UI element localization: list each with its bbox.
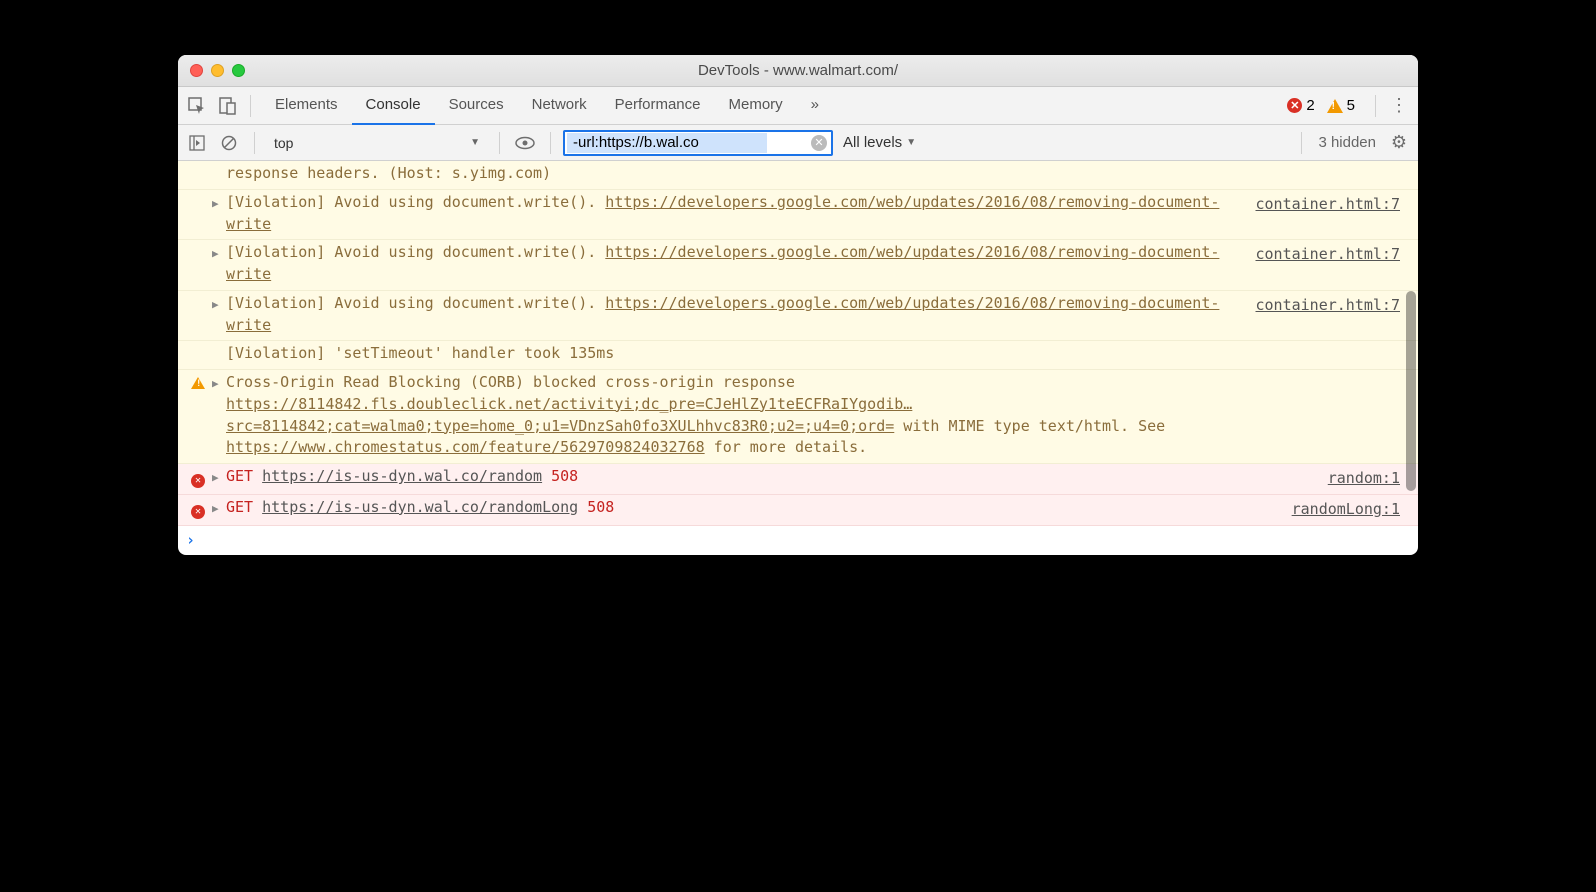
source-link[interactable]: container.html:7 <box>1238 242 1418 286</box>
console-message: ▶ Cross-Origin Read Blocking (CORB) bloc… <box>178 370 1418 464</box>
prompt-chevron-icon: › <box>186 530 195 552</box>
source-link[interactable]: randomLong:1 <box>1238 497 1418 521</box>
source-link[interactable]: random:1 <box>1238 466 1418 490</box>
message-text: GET https://is-us-dyn.wal.co/random 508 <box>226 466 1238 490</box>
error-count: 2 <box>1306 97 1314 114</box>
http-method: GET <box>226 467 253 485</box>
console-message: ▶ [Violation] Avoid using document.write… <box>178 291 1418 342</box>
console-output: response headers. (Host: s.yimg.com) ▶ [… <box>178 161 1418 555</box>
message-text: Cross-Origin Read Blocking (CORB) blocke… <box>226 372 1238 459</box>
console-toolbar: top ▼ ✕ All levels ▼ 3 hidden ⚙ <box>178 125 1418 161</box>
levels-label: All levels <box>843 134 902 151</box>
expand-arrow-icon[interactable]: ▶ <box>212 242 226 286</box>
kebab-menu-icon[interactable]: ⋮ <box>1386 93 1412 119</box>
show-sidebar-icon[interactable] <box>184 130 210 156</box>
minimize-icon[interactable] <box>211 64 224 77</box>
chevron-down-icon: ▼ <box>906 137 916 148</box>
settings-gear-icon[interactable]: ⚙ <box>1386 130 1412 156</box>
divider <box>1301 132 1302 154</box>
context-selector[interactable]: top ▼ <box>267 132 487 154</box>
expand-arrow-icon[interactable]: ▶ <box>212 192 226 236</box>
scrollbar-thumb[interactable] <box>1406 291 1416 491</box>
error-badge-icon: ✕ <box>184 466 212 490</box>
context-value: top <box>274 135 293 151</box>
message-text: [Violation] Avoid using document.write()… <box>226 293 1238 337</box>
warn-count-icon <box>1327 99 1343 113</box>
filter-input-container: ✕ <box>563 130 833 156</box>
panel-tabs: Elements Console Sources Network Perform… <box>261 87 833 125</box>
status-code: 508 <box>587 498 614 516</box>
tab-sources[interactable]: Sources <box>435 87 518 125</box>
console-message: [Violation] 'setTimeout' handler took 13… <box>178 341 1418 370</box>
error-count-icon: ✕ <box>1287 98 1302 113</box>
console-message: ▶ [Violation] Avoid using document.write… <box>178 240 1418 291</box>
window-title: DevTools - www.walmart.com/ <box>178 62 1418 79</box>
expand-arrow-icon[interactable]: ▶ <box>212 466 226 490</box>
console-prompt[interactable]: › <box>178 526 1418 556</box>
titlebar: DevTools - www.walmart.com/ <box>178 55 1418 87</box>
request-url-link[interactable]: https://is-us-dyn.wal.co/randomLong <box>262 498 578 516</box>
tab-console[interactable]: Console <box>352 87 435 125</box>
error-badge-icon: ✕ <box>184 497 212 521</box>
expand-arrow-icon[interactable]: ▶ <box>212 372 226 459</box>
tab-network[interactable]: Network <box>518 87 601 125</box>
divider <box>250 95 251 117</box>
device-toggle-icon[interactable] <box>214 93 240 119</box>
message-counts[interactable]: ✕ 2 5 <box>1277 97 1365 114</box>
tab-elements[interactable]: Elements <box>261 87 352 125</box>
warn-badge-icon <box>184 372 212 459</box>
filter-input[interactable] <box>567 133 767 153</box>
log-level-selector[interactable]: All levels ▼ <box>839 134 920 151</box>
maximize-icon[interactable] <box>232 64 245 77</box>
hidden-count[interactable]: 3 hidden <box>1314 134 1380 151</box>
main-tabbar: Elements Console Sources Network Perform… <box>178 87 1418 125</box>
expand-arrow-icon[interactable]: ▶ <box>212 497 226 521</box>
status-code: 508 <box>551 467 578 485</box>
divider <box>499 132 500 154</box>
live-expression-icon[interactable] <box>512 130 538 156</box>
chromestatus-link[interactable]: https://www.chromestatus.com/feature/562… <box>226 438 705 456</box>
divider <box>254 132 255 154</box>
source-link[interactable]: container.html:7 <box>1238 192 1418 236</box>
chevron-down-icon: ▼ <box>470 137 480 148</box>
warn-count: 5 <box>1347 97 1355 114</box>
divider <box>550 132 551 154</box>
message-text: [Violation] Avoid using document.write()… <box>226 242 1238 286</box>
message-text: [Violation] Avoid using document.write()… <box>226 192 1238 236</box>
tabs-overflow-icon[interactable]: » <box>797 87 833 125</box>
console-message: ✕ ▶ GET https://is-us-dyn.wal.co/random … <box>178 464 1418 495</box>
expand-arrow-icon[interactable]: ▶ <box>212 293 226 337</box>
tab-memory[interactable]: Memory <box>715 87 797 125</box>
request-url-link[interactable]: https://is-us-dyn.wal.co/random <box>262 467 542 485</box>
console-message: response headers. (Host: s.yimg.com) <box>178 161 1418 190</box>
http-method: GET <box>226 498 253 516</box>
divider <box>1375 95 1376 117</box>
console-message: ▶ [Violation] Avoid using document.write… <box>178 190 1418 241</box>
tab-performance[interactable]: Performance <box>601 87 715 125</box>
message-text: GET https://is-us-dyn.wal.co/randomLong … <box>226 497 1238 521</box>
console-message: ✕ ▶ GET https://is-us-dyn.wal.co/randomL… <box>178 495 1418 526</box>
blocked-url-link[interactable]: https://8114842.fls.doubleclick.net/acti… <box>226 395 912 435</box>
traffic-lights <box>190 64 245 77</box>
clear-filter-icon[interactable]: ✕ <box>811 135 827 151</box>
message-text: [Violation] 'setTimeout' handler took 13… <box>226 343 1238 365</box>
message-text: response headers. (Host: s.yimg.com) <box>226 163 1238 185</box>
devtools-window: DevTools - www.walmart.com/ Elements Con… <box>178 55 1418 555</box>
inspect-icon[interactable] <box>184 93 210 119</box>
clear-console-icon[interactable] <box>216 130 242 156</box>
close-icon[interactable] <box>190 64 203 77</box>
source-link[interactable]: container.html:7 <box>1238 293 1418 337</box>
